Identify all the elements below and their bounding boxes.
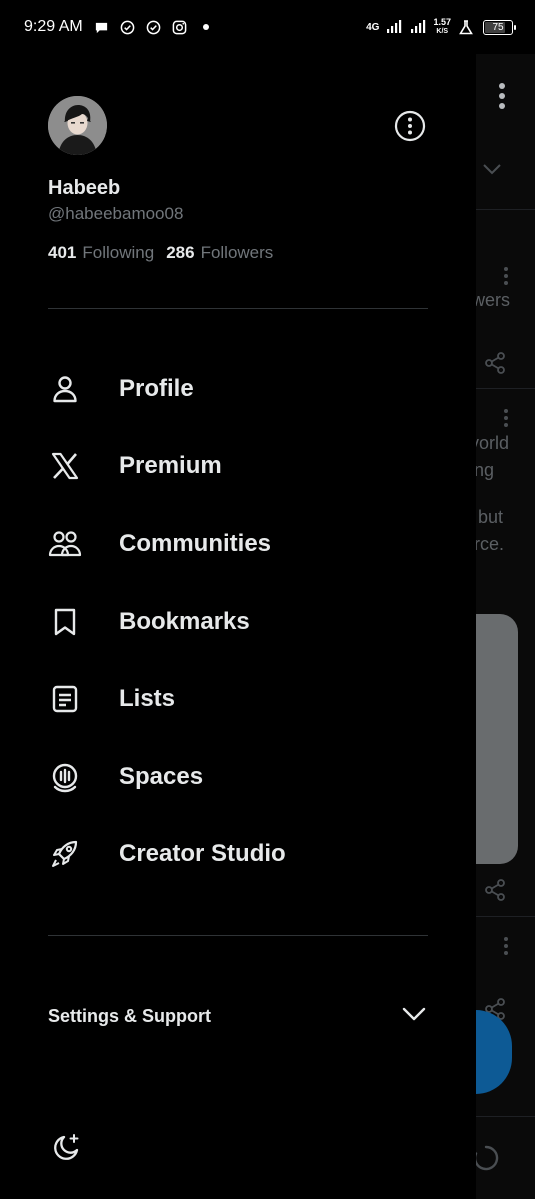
background-feed: wers vorld ng but rce. xyxy=(476,54,535,1199)
menu-item-label: Communities xyxy=(119,529,272,557)
menu-item-label: Lists xyxy=(119,685,176,713)
feed-divider xyxy=(476,388,535,389)
instagram-icon xyxy=(171,18,189,36)
battery-icon: 75 xyxy=(483,19,516,35)
more-vertical-icon xyxy=(498,82,506,115)
network-speed-value: 1.57 xyxy=(433,17,451,27)
feed-text-fragment: vorld xyxy=(476,433,510,453)
signal-icon xyxy=(409,18,427,36)
menu-item-premium[interactable]: Premium xyxy=(48,428,428,506)
bookmark-icon xyxy=(48,605,82,639)
compose-fab xyxy=(476,1010,512,1094)
menu-item-creator-studio[interactable]: Creator Studio xyxy=(48,816,428,894)
menu-item-lists[interactable]: Lists xyxy=(48,660,428,738)
chat-bubble-icon xyxy=(93,18,111,36)
chevron-down-icon xyxy=(482,162,502,180)
battery-level: 75 xyxy=(492,21,504,33)
status-right: 4G 1.57 K/S 75 xyxy=(366,18,516,36)
more-circle-icon xyxy=(394,110,426,142)
feed-text-fragment: but xyxy=(478,507,504,527)
share-icon xyxy=(484,352,506,379)
feed-divider xyxy=(476,916,535,917)
following-label: Following xyxy=(82,243,155,262)
menu-item-bookmarks[interactable]: Bookmarks xyxy=(48,583,428,661)
network-speed: 1.57 K/S xyxy=(433,18,451,36)
share-icon xyxy=(484,879,506,906)
list-icon xyxy=(48,682,82,716)
spaces-icon xyxy=(48,760,82,794)
settings-support-toggle[interactable]: Settings & Support xyxy=(48,996,428,1036)
avatar[interactable] xyxy=(48,96,107,155)
followers-label: Followers xyxy=(200,243,274,262)
side-drawer: Habeeb @habeebamoo08 401 Following 286 Fol… xyxy=(0,0,476,1199)
network-speed-unit: K/S xyxy=(436,28,449,35)
menu-item-label: Creator Studio xyxy=(119,840,286,868)
network-label: 4G xyxy=(366,21,380,33)
check-circle-icon xyxy=(119,18,137,36)
menu-item-communities[interactable]: Communities xyxy=(48,505,428,583)
check-circle-icon xyxy=(145,18,163,36)
display-theme-button[interactable] xyxy=(48,1130,84,1166)
status-time: 9:29 AM xyxy=(24,18,83,35)
menu-item-profile[interactable]: Profile xyxy=(48,350,428,428)
communities-icon xyxy=(48,527,82,561)
x-logo-icon xyxy=(48,449,82,483)
profile-handle: @habeebamoo08 xyxy=(48,204,184,223)
signal-icon xyxy=(385,18,403,36)
status-bar: 9:29 AM 4G 1.57 K/S 75 xyxy=(0,0,535,54)
divider xyxy=(48,935,428,936)
divider xyxy=(48,308,428,309)
profile-name[interactable]: Habeeb xyxy=(48,177,120,200)
person-icon xyxy=(48,372,82,406)
feed-media-card xyxy=(476,614,518,864)
loading-spinner-icon xyxy=(476,1144,500,1177)
more-vertical-icon xyxy=(503,936,509,961)
menu-item-label: Profile xyxy=(119,374,194,402)
moon-sparkle-icon xyxy=(54,1134,79,1160)
menu-item-label: Premium xyxy=(119,452,222,480)
following-count: 401 xyxy=(48,243,77,262)
followers-count: 286 xyxy=(166,243,195,262)
more-vertical-icon xyxy=(503,408,509,433)
drawer-menu: Profile Premium Communities Bookmarks Li… xyxy=(48,350,428,893)
screen: 9:29 AM 4G 1.57 K/S 75 wers orld ng but … xyxy=(0,0,535,1199)
rocket-icon xyxy=(48,837,82,871)
feed-text-fragment: ng xyxy=(476,460,495,480)
followers-link[interactable]: 286 Followers xyxy=(166,243,273,263)
feed-divider xyxy=(476,1116,535,1117)
settings-support-label: Settings & Support xyxy=(48,1005,211,1026)
dot-icon xyxy=(197,18,215,36)
feed-text-fragment: rce. xyxy=(476,534,505,554)
menu-item-spaces[interactable]: Spaces xyxy=(48,738,428,816)
follow-stats: 401 Following 286 Followers xyxy=(48,243,273,263)
feed-text-fragment: wers xyxy=(476,290,511,310)
feed-divider xyxy=(476,209,535,210)
menu-item-label: Spaces xyxy=(119,762,204,790)
following-link[interactable]: 401 Following xyxy=(48,243,154,263)
menu-item-label: Bookmarks xyxy=(119,607,250,635)
flask-icon xyxy=(457,18,475,36)
notification-icons xyxy=(93,18,215,36)
more-options-button[interactable] xyxy=(394,110,426,142)
chevron-down-icon xyxy=(402,1007,426,1026)
more-vertical-icon xyxy=(503,266,509,291)
